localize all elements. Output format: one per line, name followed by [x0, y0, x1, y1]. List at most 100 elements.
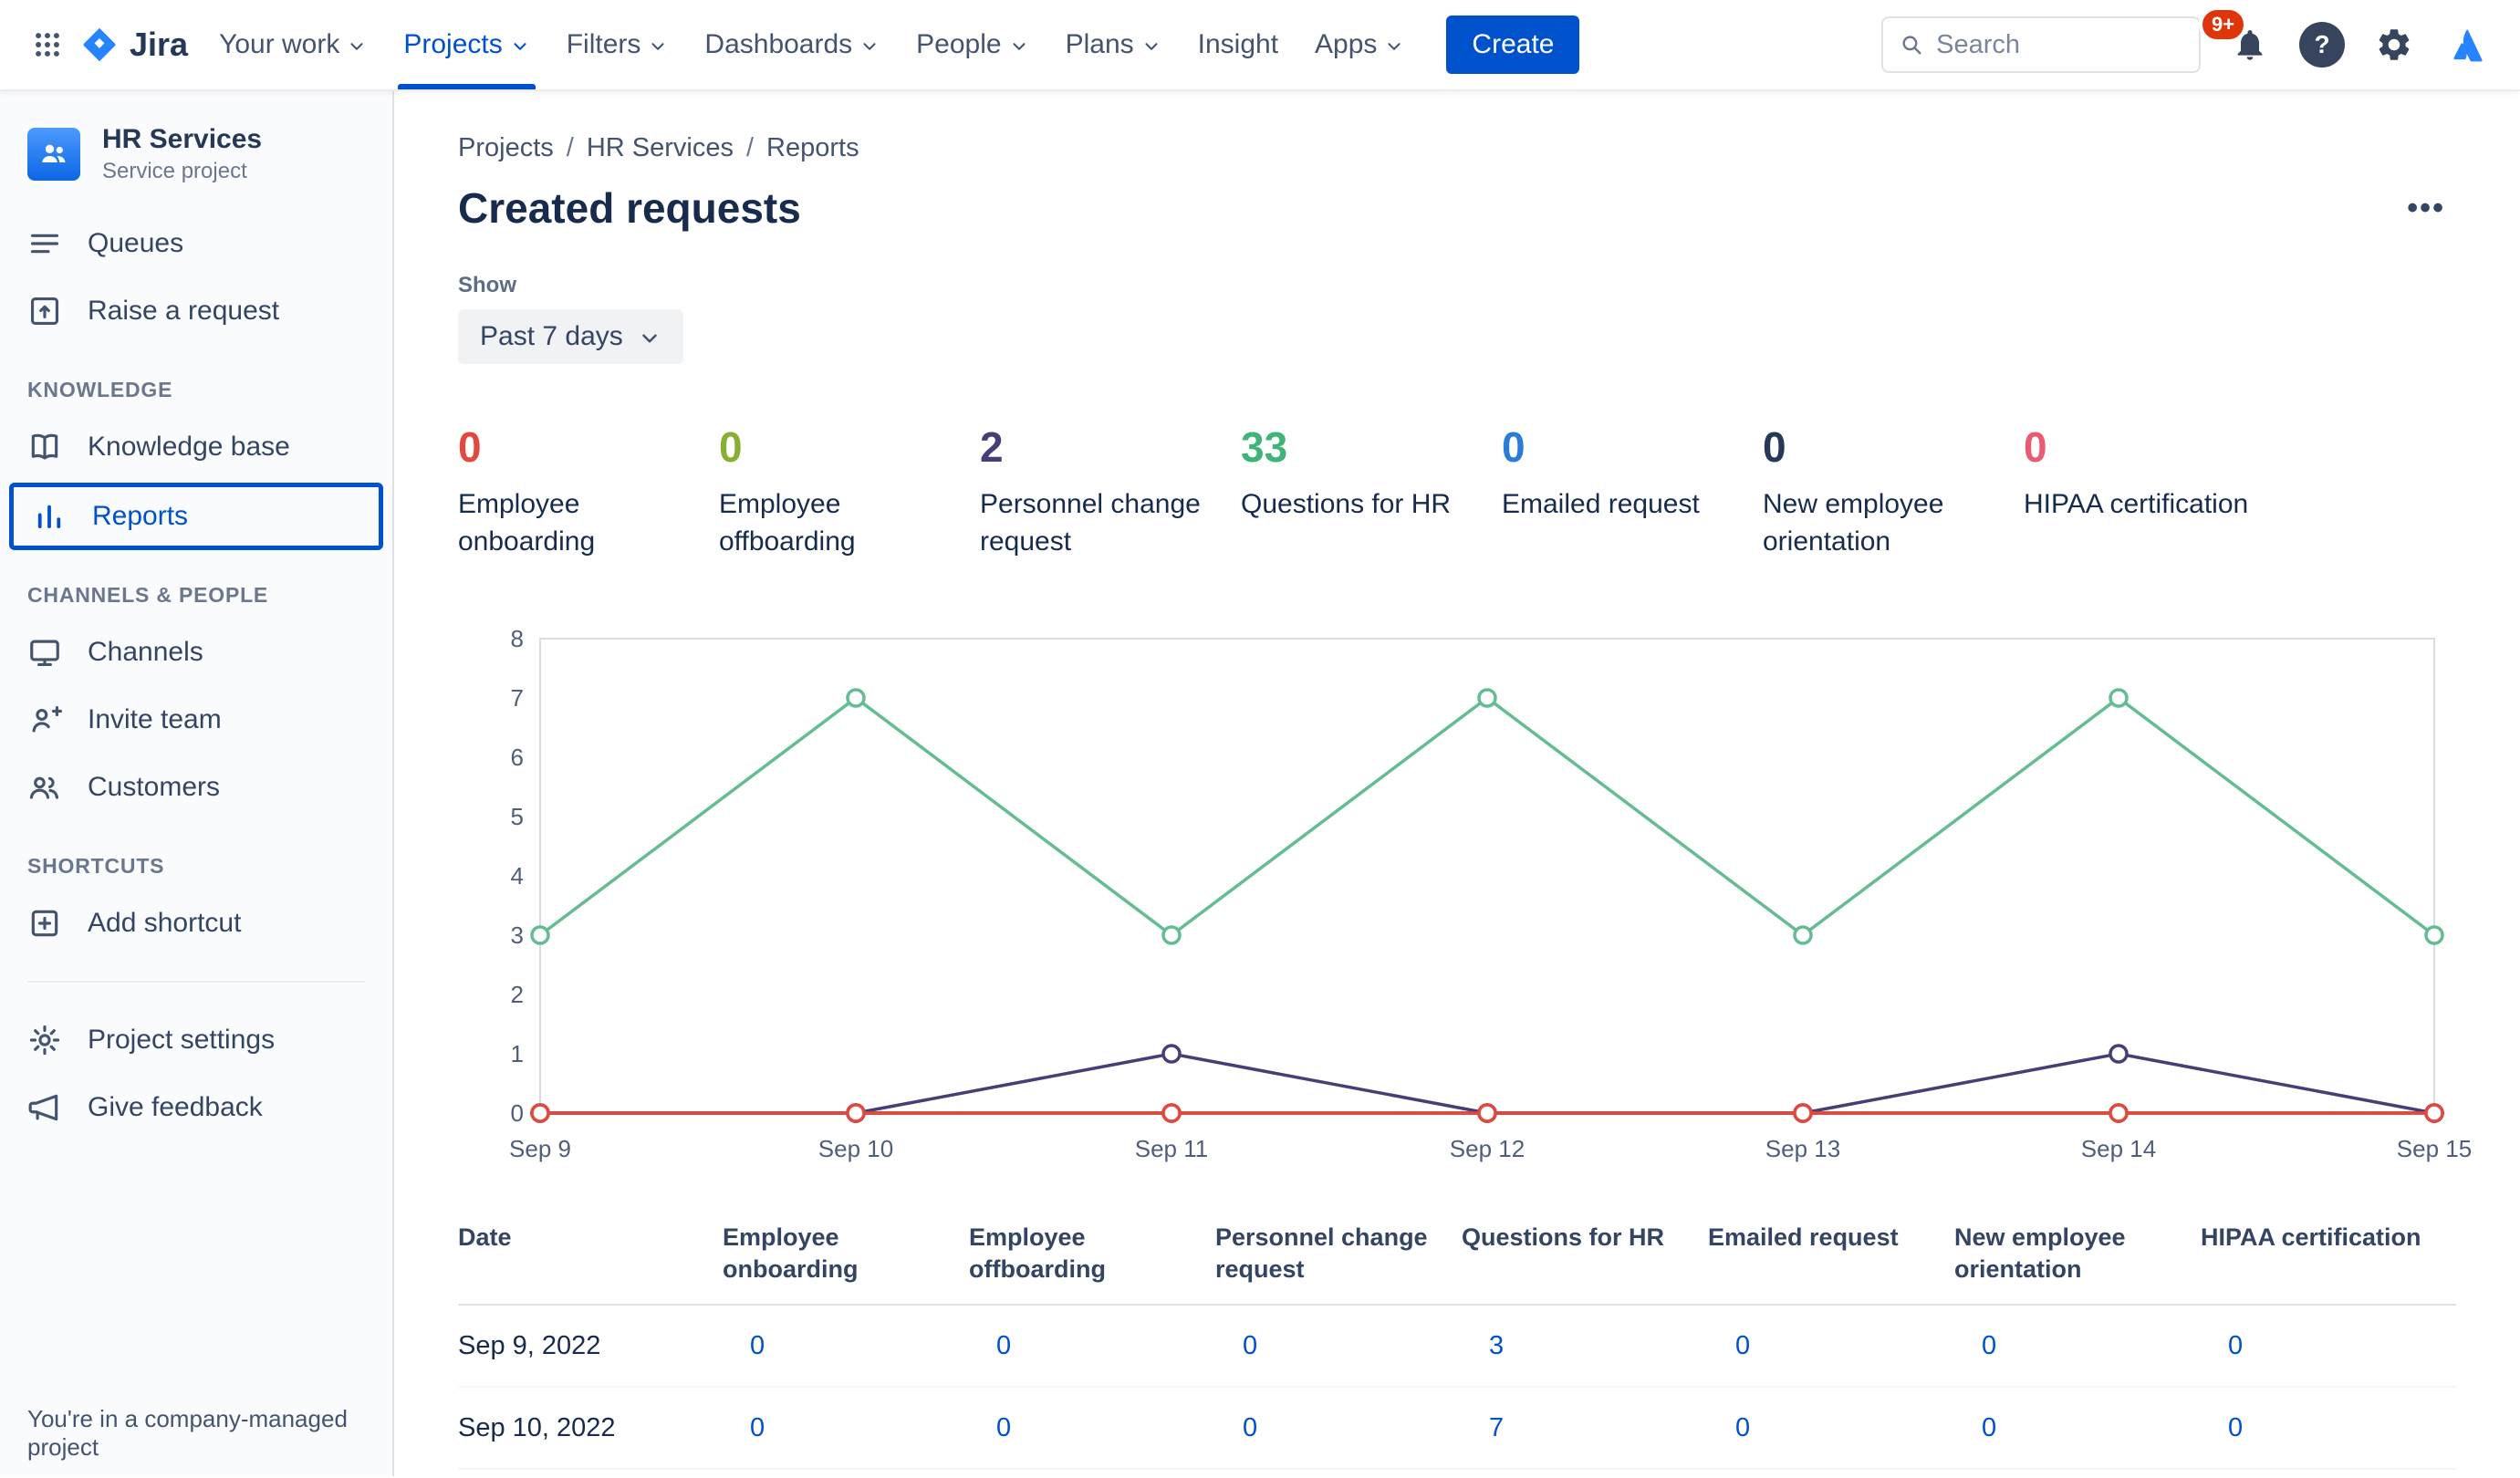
table-cell-link[interactable]: 0 [996, 1413, 1011, 1442]
atlassian-icon [2453, 29, 2483, 62]
stat-value: 33 [1241, 423, 1288, 471]
show-label: Show [458, 273, 516, 297]
add-shortcut-icon [31, 910, 58, 937]
help-button[interactable]: ? [2299, 22, 2345, 68]
breadcrumb-hr-services[interactable]: HR Services [587, 133, 734, 163]
jira-logo[interactable]: Jira [80, 26, 188, 64]
report-table-body: Sep 9, 2022 0 0 0 3 0 0 0 Sep 10, 2022 0 0 0 7 0 0 0 [458, 1306, 2456, 1471]
create-button[interactable]: Create [1446, 16, 1580, 74]
stat-hipaa-certification: 0 HIPAA certification [2024, 422, 2252, 560]
stat-label: Employee offboarding [719, 489, 856, 557]
requests-line-chart: 0 1 2 3 4 5 6 7 8 Sep 9 Sep 10 Sep 11 Sep 12 Sep 13 Se… [509, 625, 2472, 1162]
date-range-dropdown[interactable]: Past 7 days [458, 309, 683, 364]
stat-label: New employee orientation [1763, 489, 1944, 557]
table-cell-link[interactable]: 0 [1982, 1331, 1996, 1360]
table-cell: 0 [2201, 1331, 2447, 1361]
sidebar-item-customers[interactable]: Customers [0, 754, 392, 821]
topnav-item-apps[interactable]: Apps [1296, 0, 1422, 89]
stat-label: Emailed request [1502, 489, 1700, 519]
topnav-item-projects[interactable]: Projects [385, 0, 547, 89]
table-header-emailed-request: Emailed request [1708, 1223, 1899, 1251]
table-cell-link[interactable]: 0 [1243, 1413, 1257, 1442]
table-cell-link[interactable]: 0 [2228, 1331, 2243, 1360]
stat-label: Employee onboarding [458, 489, 596, 557]
topnav-item-dashboards[interactable]: Dashboards [686, 0, 898, 89]
svg-text:1: 1 [511, 1040, 524, 1067]
project-header[interactable]: HR Services Service project [0, 115, 392, 210]
topnav-item-plans[interactable]: Plans [1047, 0, 1180, 89]
table-cell: 0 [1954, 1331, 2201, 1361]
stat-employee-offboarding: 0 Employee offboarding [719, 422, 947, 560]
table-cell-link[interactable]: 3 [1489, 1331, 1504, 1360]
chart-wrap: 0 1 2 3 4 5 6 7 8 Sep 9 Sep 10 Sep 11 Sep 12 Sep 13 Se… [482, 624, 2472, 1176]
topnav-item-label: Apps [1315, 29, 1378, 59]
breadcrumb-separator: / [566, 133, 574, 162]
atlassian-app-button[interactable] [2443, 19, 2494, 70]
sidebar-item-raise-a-request[interactable]: Raise a request [0, 277, 392, 345]
table-row: Sep 9, 2022 0 0 0 3 0 0 0 [458, 1306, 2456, 1389]
sidebar-item-reports[interactable]: Reports [9, 483, 383, 550]
table-cell-link[interactable]: 7 [1489, 1413, 1504, 1442]
app-switcher-button[interactable] [22, 19, 73, 70]
topnav-menu: Your work Projects Filters Dashboards People… [201, 0, 1422, 89]
table-cell: 0 [969, 1413, 1215, 1443]
search-input[interactable] [1936, 29, 2182, 60]
book-icon [31, 433, 58, 460]
svg-text:Sep 10: Sep 10 [818, 1135, 893, 1162]
sidebar-section-knowledge: KNOWLEDGE [27, 378, 173, 401]
table-cell-link[interactable]: 0 [1982, 1413, 1996, 1442]
sidebar-item-knowledge-base[interactable]: Knowledge base [0, 413, 392, 481]
stats-row: 0 Employee onboarding 0 Employee offboardin… [458, 422, 2456, 560]
sidebar-item-give-feedback[interactable]: Give feedback [0, 1074, 392, 1141]
date-range-value: Past 7 days [480, 321, 623, 351]
table-header-personnel-change-request: Personnel change request [1215, 1223, 1428, 1284]
stat-value: 0 [458, 423, 482, 471]
sidebar-item-invite-team[interactable]: Invite team [0, 686, 392, 754]
table-cell: 0 [723, 1331, 969, 1361]
table-cell-link[interactable]: 0 [2228, 1413, 2243, 1442]
breadcrumb-reports[interactable]: Reports [766, 133, 859, 163]
sidebar-item-label: Customers [88, 772, 221, 802]
project-type: Service project [102, 159, 247, 183]
main-content: Projects / HR Services / Reports Created… [394, 91, 2520, 1476]
sidebar-item-label: Invite team [88, 704, 222, 734]
breadcrumb-separator: / [745, 133, 755, 162]
table-cell-link[interactable]: 0 [1735, 1413, 1750, 1442]
topnav-item-label: Plans [1065, 29, 1134, 59]
sidebar-item-channels[interactable]: Channels [0, 619, 392, 686]
table-cell: 0 [723, 1413, 969, 1443]
more-actions-button[interactable]: ••• [2396, 185, 2456, 232]
table-cell-link[interactable]: 0 [750, 1413, 765, 1442]
sidebar-item-queues[interactable]: Queues [0, 210, 392, 277]
topnav-item-label: Projects [403, 29, 503, 59]
chevron-down-icon [641, 334, 657, 343]
sidebar-item-add-shortcut[interactable]: Add shortcut [0, 890, 392, 957]
report-table: Date Employee onboarding Employee offboard… [458, 1222, 2456, 1471]
top-navigation: Jira Your work Projects Filters Dashboards P… [0, 0, 2520, 91]
chevron-down-icon [1388, 43, 1401, 50]
sidebar-item-project-settings[interactable]: Project settings [0, 1006, 392, 1074]
table-row: Sep 10, 2022 0 0 0 7 0 0 0 [458, 1388, 2456, 1471]
stat-value: 0 [2024, 423, 2047, 471]
topnav-item-filters[interactable]: Filters [548, 0, 687, 89]
svg-text:7: 7 [511, 684, 524, 712]
sidebar-section-channels-people: CHANNELS & PEOPLE [27, 583, 269, 607]
table-cell-link[interactable]: 0 [1735, 1331, 1750, 1360]
topnav-item-insight[interactable]: Insight [1180, 0, 1296, 89]
topnav-item-people[interactable]: People [898, 0, 1047, 89]
topnav-item-your-work[interactable]: Your work [201, 0, 385, 89]
svg-text:4: 4 [511, 862, 524, 890]
stat-label: Personnel change request [980, 489, 1201, 557]
table-cell-link[interactable]: 0 [750, 1331, 765, 1360]
notifications-button[interactable]: 9+ [2199, 6, 2275, 70]
sidebar-divider [27, 981, 365, 983]
table-header-employee-offboarding: Employee offboarding [969, 1223, 1106, 1284]
table-cell-link[interactable]: 0 [1243, 1331, 1257, 1360]
project-avatar [27, 128, 80, 181]
sidebar-item-label: Add shortcut [88, 908, 242, 938]
settings-button[interactable] [2369, 19, 2420, 70]
project-type-footer[interactable]: You're in a company-managed project [27, 1405, 392, 1462]
table-cell-link[interactable]: 0 [996, 1331, 1011, 1360]
chevron-down-icon [514, 43, 526, 50]
breadcrumb-projects[interactable]: Projects [458, 133, 554, 163]
